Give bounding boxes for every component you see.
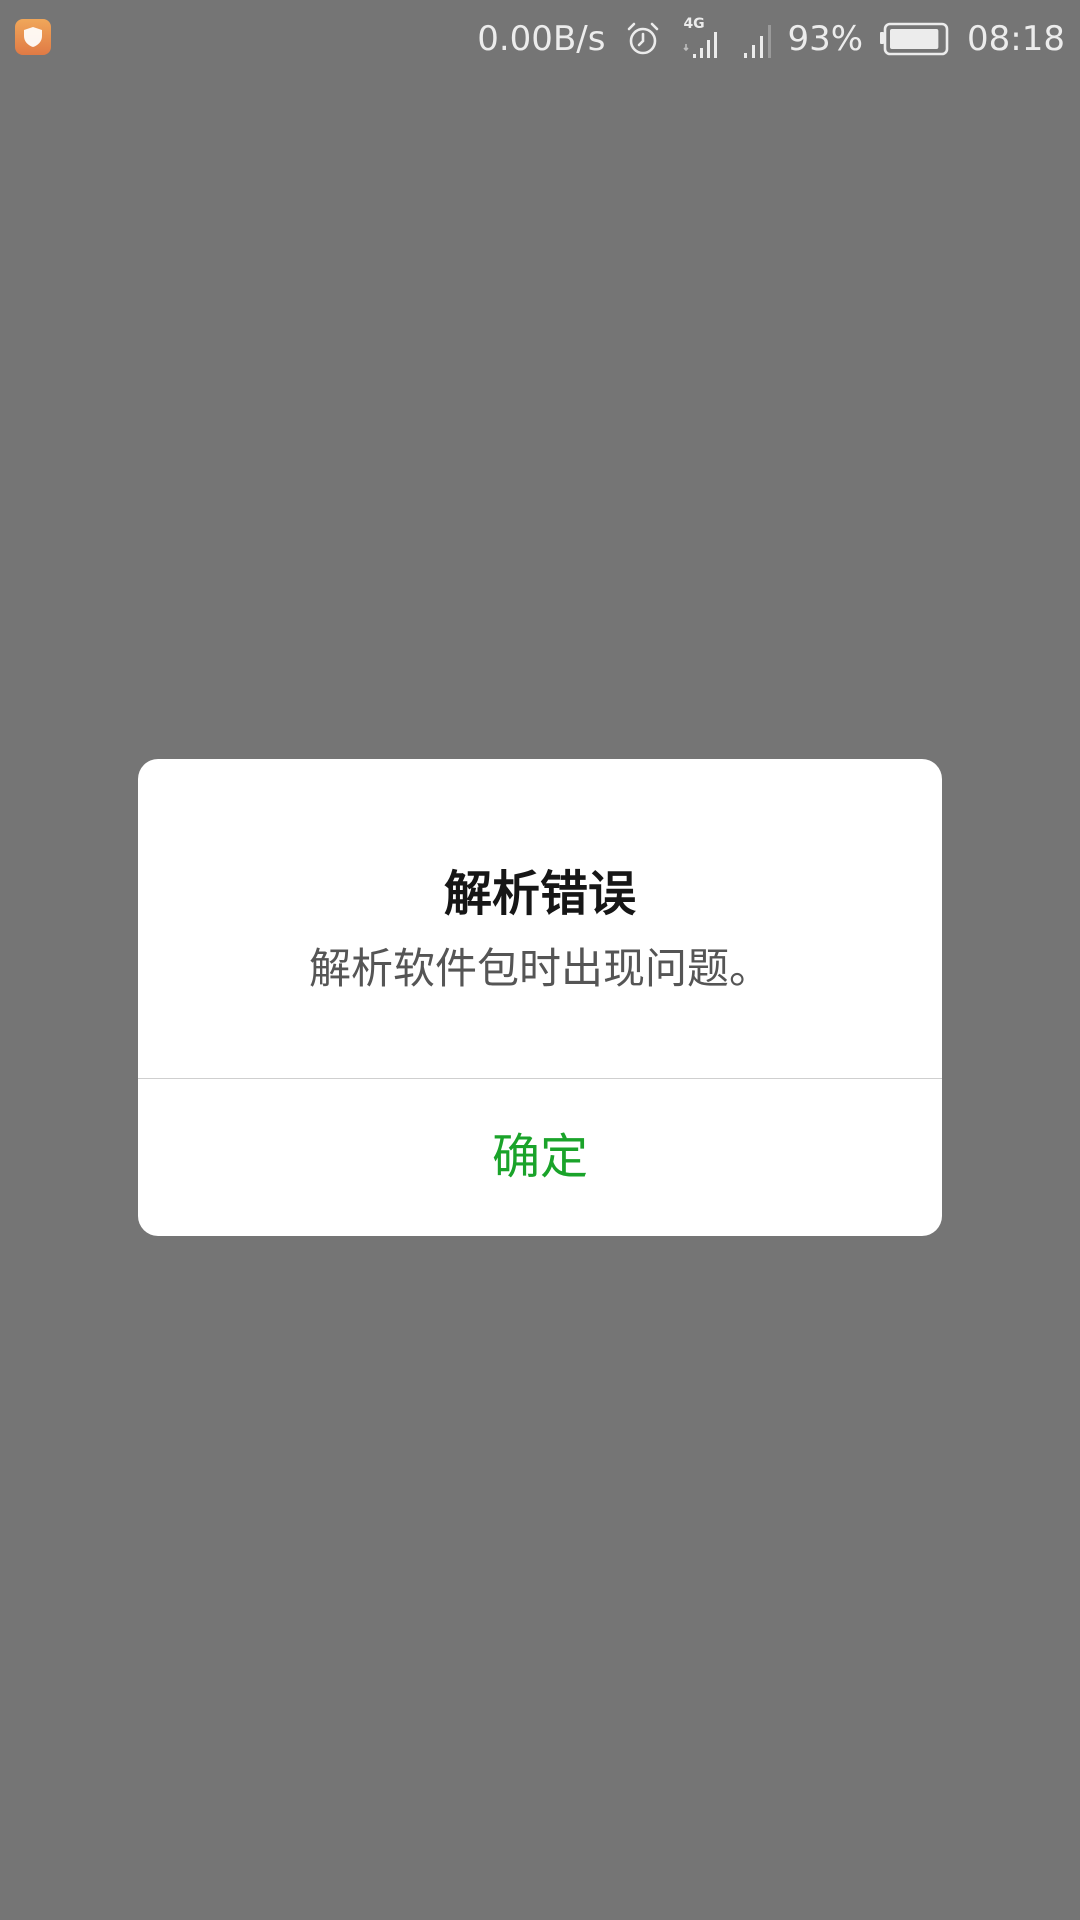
cell-signal-icon <box>744 25 772 58</box>
shield-app-icon <box>15 19 51 55</box>
confirm-button[interactable]: 确定 <box>138 1079 942 1236</box>
status-right-group: 0.00B/s 4G 93% 08:18 <box>477 14 1065 64</box>
net-speed-readout: 0.00B/s <box>477 19 606 59</box>
battery-icon <box>880 22 949 56</box>
alarm-icon <box>628 22 659 55</box>
parse-error-dialog: 解析错误 解析软件包时出现问题。 确定 <box>138 759 942 1236</box>
dialog-message: 解析软件包时出现问题。 <box>308 944 771 993</box>
clock: 08:18 <box>967 19 1065 59</box>
battery-percent: 93% <box>787 19 864 59</box>
battery-level-fill <box>890 29 939 49</box>
cell-signal-4g-icon: 4G <box>683 16 723 60</box>
status-bar: 0.00B/s 4G 93% 08:18 <box>0 0 1080 78</box>
dialog-title: 解析错误 <box>443 866 636 922</box>
